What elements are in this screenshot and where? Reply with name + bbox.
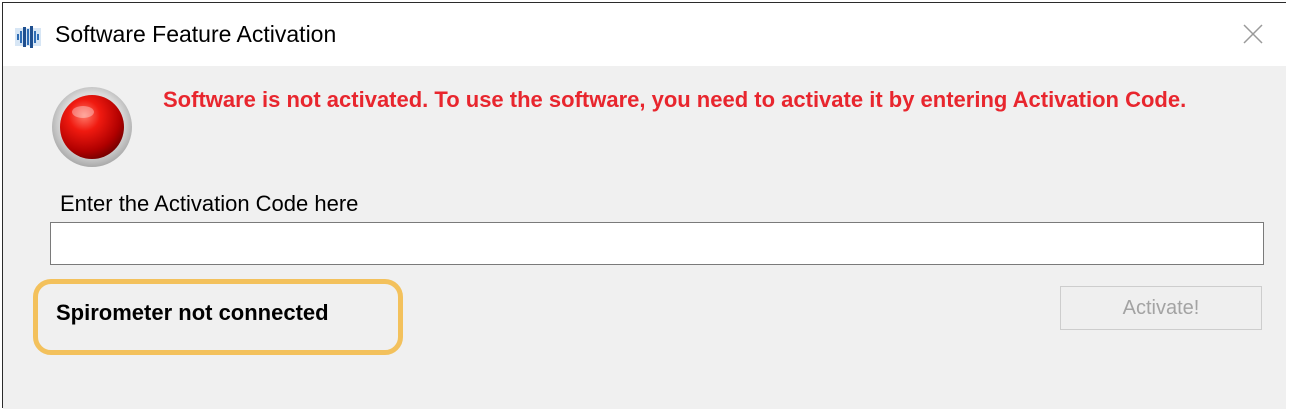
dialog-body: Software is not activated. To use the so…: [3, 66, 1286, 409]
activate-button[interactable]: Activate!: [1060, 286, 1262, 330]
window-title: Software Feature Activation: [55, 21, 337, 47]
red-status-led-icon: [50, 84, 134, 168]
app-waveform-icon: [15, 25, 41, 49]
activation-code-input[interactable]: [50, 222, 1264, 265]
spirometer-status-text: Spirometer not connected: [56, 300, 329, 325]
activation-code-label: Enter the Activation Code here: [60, 191, 359, 216]
activation-dialog: Software Feature Activation Software is …: [2, 2, 1286, 409]
close-button[interactable]: [1230, 13, 1276, 55]
close-icon: [1243, 24, 1263, 44]
activation-error-message: Software is not activated. To use the so…: [163, 87, 1187, 112]
title-bar[interactable]: Software Feature Activation: [3, 3, 1286, 66]
